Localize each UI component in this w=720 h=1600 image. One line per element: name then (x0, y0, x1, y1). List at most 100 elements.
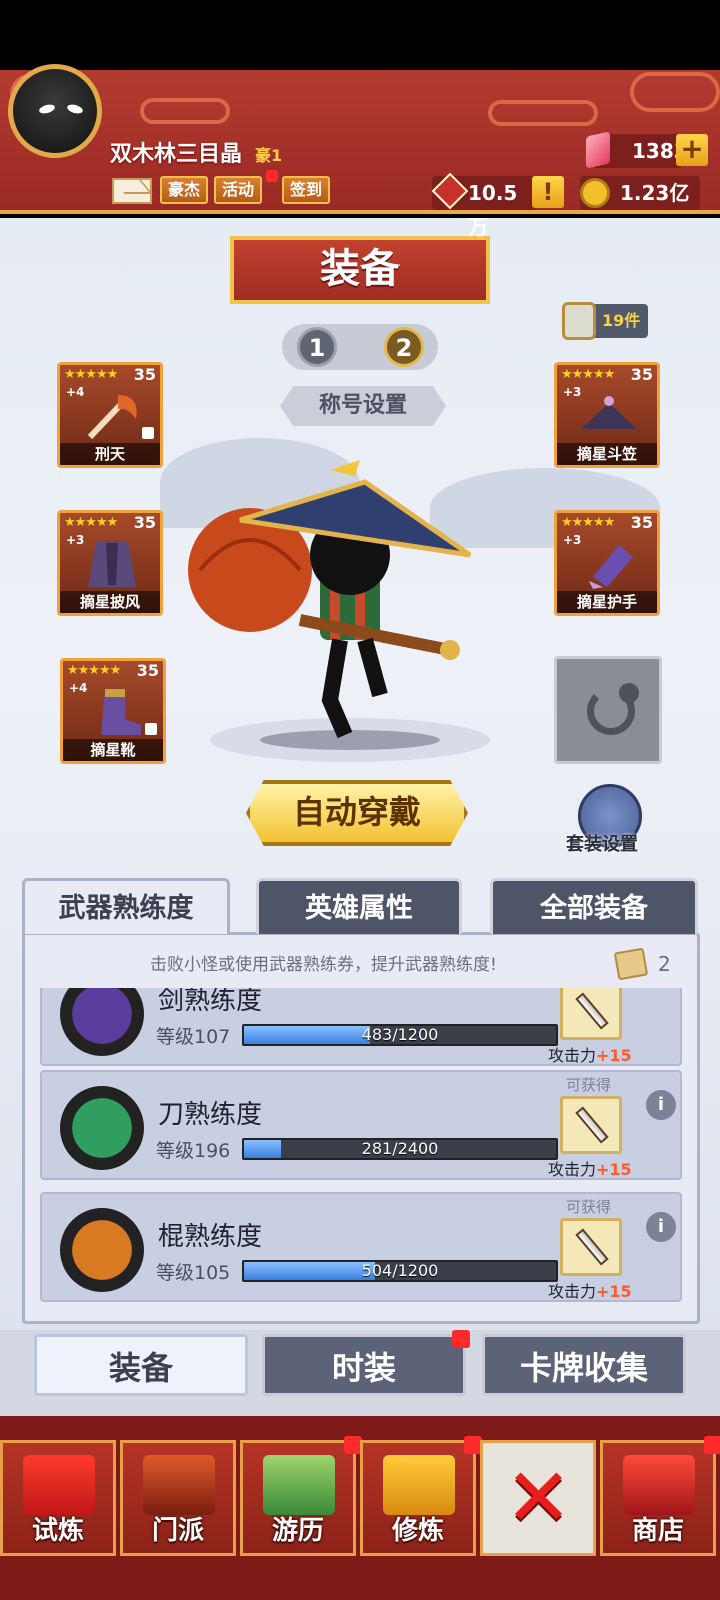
attack-value: +15 (596, 1160, 632, 1179)
reward-box[interactable] (560, 1218, 622, 1276)
obtainable-label: 可获得 (566, 1076, 612, 1094)
reward-box[interactable] (560, 1096, 622, 1154)
mastery-row-blade[interactable]: 刀熟练度 等级196 281/2400 可获得 攻击力+15 i (40, 1070, 682, 1180)
sword-mastery-icon (60, 988, 144, 1056)
mastery-scroll-count: 2 (658, 952, 671, 976)
equip-slot-boots[interactable]: ★★★★★ 35 +4 摘星靴 (60, 658, 166, 764)
mastery-level: 等级105 (156, 1262, 231, 1284)
sword-icon (575, 1106, 609, 1144)
attack-value: +15 (596, 1282, 632, 1301)
notification-dot (452, 1330, 470, 1348)
tab-all-equipment[interactable]: 全部装备 (490, 878, 698, 934)
subtab-card-collection[interactable]: 卡牌收集 (482, 1334, 686, 1396)
checkin-button[interactable]: 签到 (282, 176, 331, 204)
cloud-ornament (630, 72, 720, 112)
mastery-progress-bar: 504/1200 (242, 1260, 558, 1282)
obtainable-label: 可获得 (566, 1198, 612, 1216)
set-settings-label[interactable]: 套装设置 (566, 830, 638, 856)
add-gems-button[interactable]: + (676, 134, 708, 166)
player-name: 双木林三目晶 (110, 142, 243, 167)
nav-trial[interactable]: 试炼 (0, 1440, 116, 1556)
sword-icon (575, 1228, 609, 1266)
star-rating: ★★★★★ (67, 663, 121, 678)
attack-value: +15 (596, 1046, 632, 1065)
mastery-level: 等级107 (156, 1026, 231, 1048)
events-button[interactable]: 活动 (214, 176, 263, 204)
avatar-eye (66, 103, 84, 115)
title-settings-button[interactable]: 称号设置 (280, 386, 446, 426)
nav-shop[interactable]: 商店 (600, 1440, 716, 1556)
reward-box[interactable] (560, 988, 622, 1040)
coin-icon (580, 178, 610, 208)
equip-name: 摘星斗笠 (557, 443, 657, 465)
star-rating: ★★★★★ (561, 515, 615, 530)
equip-slot-empty[interactable] (554, 656, 662, 764)
status-bar (0, 0, 720, 70)
notification-dot (704, 1436, 720, 1454)
close-icon: ✕ (505, 1451, 573, 1544)
equip-slot-gloves[interactable]: ★★★★★ 35 +3 摘星护手 (554, 510, 660, 616)
sword-icon (575, 992, 609, 1030)
nav-travel[interactable]: 游历 (240, 1440, 356, 1556)
auto-equip-button[interactable]: 自动穿戴 (246, 780, 468, 846)
loadout-2-button[interactable]: 2 (384, 327, 424, 367)
mail-icon[interactable] (112, 178, 152, 204)
nav-close[interactable]: ✕ (480, 1440, 596, 1556)
attack-label: 攻击力 (548, 1282, 597, 1301)
mastery-progress-bar: 483/1200 (242, 1024, 558, 1046)
mastery-scroll-icon (613, 947, 649, 981)
mastery-list[interactable]: 剑熟练度 等级107 483/1200 攻击力+15 刀熟练度 等级196 28… (0, 988, 720, 1308)
equip-level: 35 (630, 513, 653, 532)
loadout-1-button[interactable]: 1 (297, 327, 337, 367)
straw-hat-icon (581, 396, 637, 429)
mastery-progress-text: 483/1200 (361, 1025, 439, 1044)
books-icon (383, 1455, 455, 1515)
equip-level: 35 (133, 365, 156, 384)
star-rating: ★★★★★ (64, 515, 118, 530)
gauntlet-icon (589, 545, 633, 589)
info-icon[interactable]: i (646, 1090, 676, 1120)
equip-slot-weapon[interactable]: ★★★★★ 35 +4 刑天 (57, 362, 163, 468)
nav-cultivate[interactable]: 修炼 (360, 1440, 476, 1556)
empty-slot-dot (619, 683, 639, 703)
attack-bonus: 攻击力+15 (548, 1278, 632, 1302)
cloak-icon (88, 541, 136, 587)
staff-mastery-icon (60, 1208, 144, 1292)
mastery-title: 棍熟练度 (158, 1222, 263, 1252)
nav-sect[interactable]: 门派 (120, 1440, 236, 1556)
equip-slot-hat[interactable]: ★★★★★ 35 +3 摘星斗笠 (554, 362, 660, 468)
bag-icon (562, 302, 596, 340)
nav-label: 门派 (151, 1516, 204, 1546)
mastery-level: 等级196 (156, 1140, 231, 1162)
equip-name: 摘星靴 (63, 739, 163, 761)
nav-label: 修炼 (391, 1516, 444, 1546)
axe-icon (87, 395, 137, 440)
info-icon[interactable]: i (646, 1212, 676, 1242)
star-rating: ★★★★★ (561, 367, 615, 382)
cloud-ornament (140, 98, 230, 124)
mastery-progress-bar: 281/2400 (242, 1138, 558, 1160)
mastery-row-sword[interactable]: 剑熟练度 等级107 483/1200 攻击力+15 (40, 988, 682, 1066)
tab-hero-attributes[interactable]: 英雄属性 (256, 878, 462, 934)
subtab-equipment[interactable]: 装备 (34, 1334, 248, 1396)
mastery-row-staff[interactable]: 棍熟练度 等级105 504/1200 可获得 攻击力+15 i (40, 1192, 682, 1302)
lock-icon (145, 723, 157, 735)
lock-icon (142, 427, 154, 439)
mastery-hint: 击败小怪或使用武器熟练券，提升武器熟练度! (150, 955, 497, 975)
scroll-icon (23, 1455, 95, 1515)
notification-dot (266, 170, 278, 182)
equip-level: 35 (136, 661, 159, 680)
avatar[interactable] (8, 64, 102, 158)
attack-bonus: 攻击力+15 (548, 1042, 632, 1066)
blade-mastery-icon (60, 1086, 144, 1170)
tab-weapon-mastery[interactable]: 武器熟练度 (22, 878, 230, 934)
subtab-fashion[interactable]: 时装 (262, 1334, 466, 1396)
star-rating: ★★★★★ (64, 367, 118, 382)
character-preview (188, 460, 490, 762)
honor-alert-button[interactable]: ! (532, 176, 564, 208)
equip-slot-cloak[interactable]: ★★★★★ 35 +3 摘星披风 (57, 510, 163, 616)
avatar-eye (38, 103, 56, 115)
attack-label: 攻击力 (548, 1046, 597, 1065)
heroes-button[interactable]: 豪杰 (160, 176, 209, 204)
vip-level: 豪1 (255, 146, 283, 165)
